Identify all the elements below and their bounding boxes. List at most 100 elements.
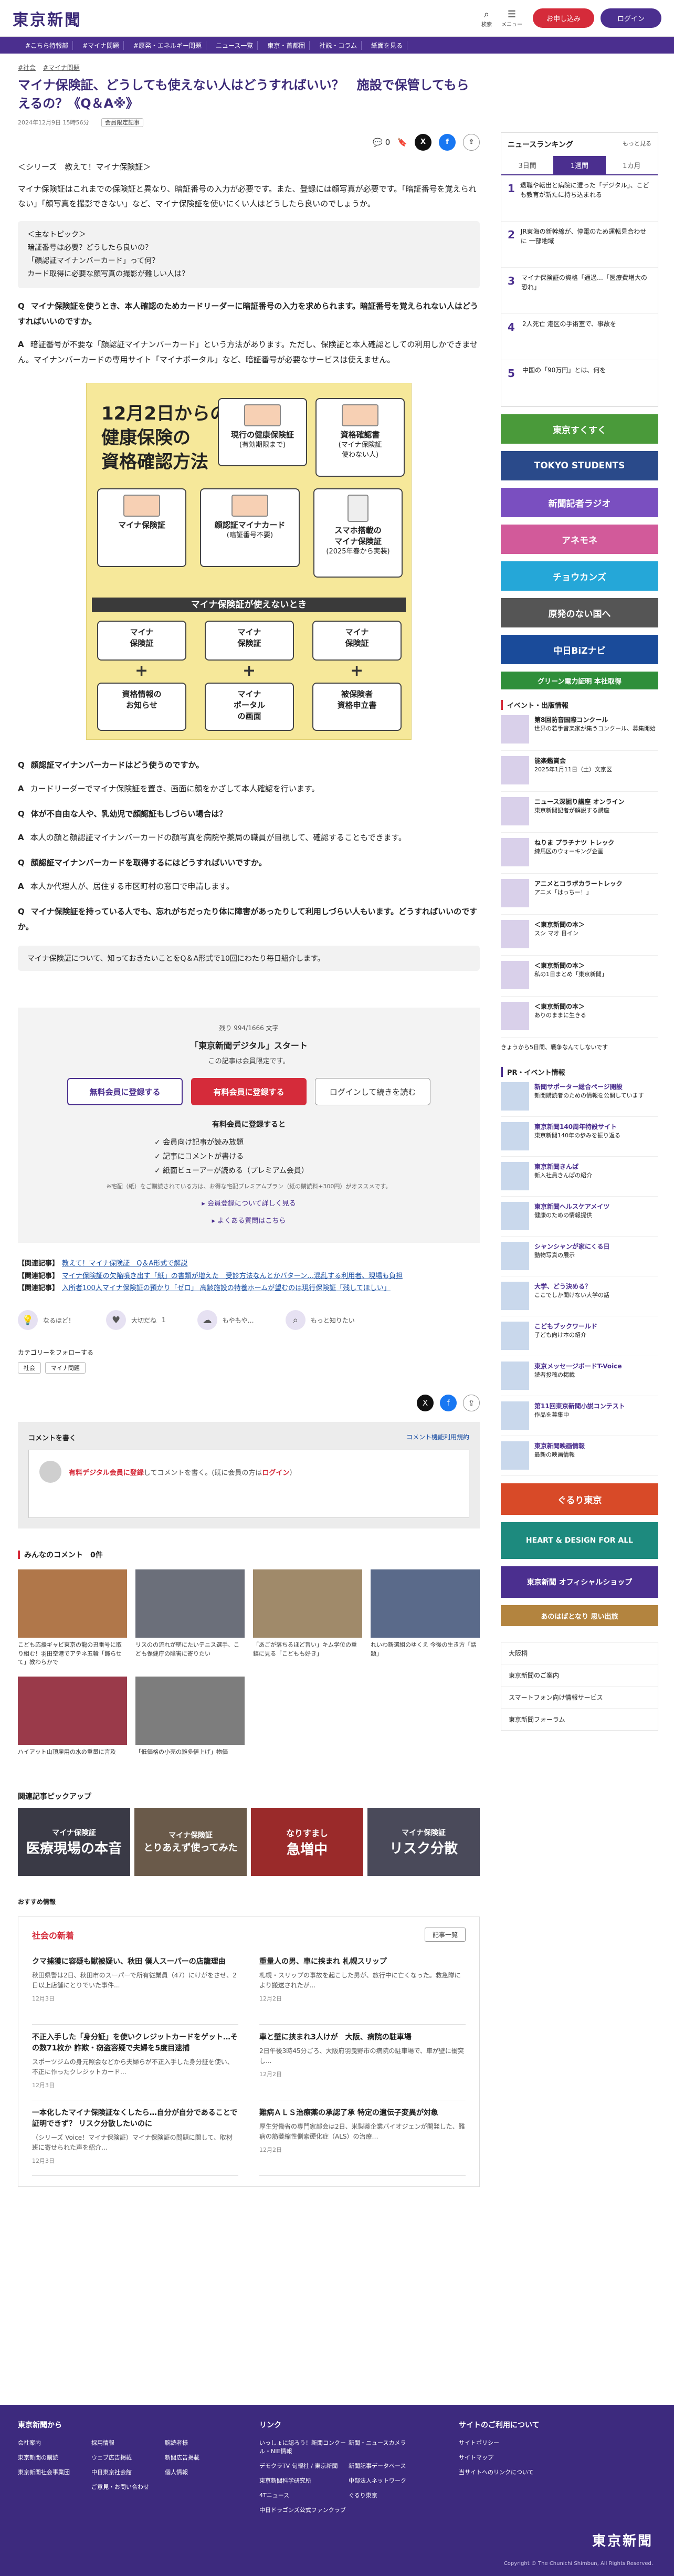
pickup-item[interactable]: なりすまし 急増中 <box>251 1808 363 1877</box>
banner-choukanzu[interactable]: チョウカンズ <box>501 561 658 591</box>
news-item[interactable]: 車と壁に挟まれ3人けが 大阪、病院の駐車場 2日午後3時45分ごろ、大阪府羽曳野市… <box>259 2025 466 2101</box>
footer-link[interactable] <box>18 2483 91 2491</box>
event-item[interactable]: ニュース深掘り講座 オンライン 東京新聞記者が解説する講座 <box>501 792 658 833</box>
footer-link[interactable]: 会社案内 <box>18 2438 91 2447</box>
pickup-item[interactable]: マイナ保険証 医療現場の本音 <box>18 1808 130 1877</box>
popular-item[interactable]: こども応援ギャビ東京の龍の丑番号に取り組む！羽田空港でアテネ五輪「飾らせて」教わ… <box>18 1569 127 1668</box>
event-item[interactable]: ＜東京新聞の本＞ スシ マオ 日イン <box>501 915 658 956</box>
footer-link[interactable]: 新聞記事データベース <box>349 2462 438 2470</box>
event-item[interactable]: 第8回防音国際コンクール 世界の若手音楽家が集うコンクール、募集開始 <box>501 710 658 751</box>
category-tag[interactable]: マイナ問題 <box>45 1362 86 1374</box>
membership-info-link[interactable]: ▸ 会員登録について詳しく見る <box>18 1198 480 1208</box>
banner-green[interactable]: グリーン電力証明 本社取得 <box>501 672 658 689</box>
related-link[interactable]: マイナ保険証の欠陥噴き出す「紙」の書類が増えた 受診方法なんとかバターン…混乱す… <box>62 1272 403 1280</box>
nav-item[interactable]: 社説・コラム <box>315 40 362 50</box>
footer-link[interactable]: いっしょに認ろう！新聞コンクール・NIE情報 <box>259 2438 349 2455</box>
pr-item[interactable]: 東京新聞ヘルスケアメイツ 健康のための情報提供 <box>501 1197 658 1237</box>
pr-item[interactable]: 東京新聞映画情報 最新の映画情報 <box>501 1436 658 1476</box>
news-item[interactable]: 難病ＡＬＳ治療薬の承認了承 特定の遺伝子変異が対象 厚生労働省の専門家部会は2日、… <box>259 2100 466 2176</box>
banner-students[interactable]: TOKYO STUDENTS <box>501 451 658 480</box>
news-item[interactable]: クマ捕獲に容疑も獣被疑い、秋田 僕人スーパーの店籠理由 秋田県警は2日、秋田市のス… <box>32 1949 238 2025</box>
signup-button[interactable]: お申し込み <box>532 8 594 28</box>
pr-item[interactable]: 東京新聞140周年特設サイト 東京新聞140年の歩みを振り返る <box>501 1117 658 1157</box>
popular-item[interactable]: れいわ新選組のゆくえ 今後の生き方「話題」 <box>371 1569 480 1668</box>
footer-logo[interactable]: 東京新聞 <box>592 2530 653 2550</box>
reaction-button[interactable]: 💡 なるほど！ <box>18 1310 75 1331</box>
footer-link[interactable]: 新聞・ニュースカメラ <box>349 2438 438 2455</box>
faq-link[interactable]: ▸ よくある質問はこちら <box>18 1215 480 1225</box>
pr-item[interactable]: 第11回東京新聞小説コンテスト 作品を募集中 <box>501 1396 658 1436</box>
ranking-item[interactable]: 1 退職や転出と病院に遭った「デジタル」、こども教育が新たに持ち込まれる <box>501 175 658 222</box>
footer-link[interactable]: サイトポリシー <box>459 2438 559 2447</box>
sidebar-link[interactable]: 大阪桐 <box>501 1642 658 1664</box>
ranking-item[interactable]: 2 JR東海の新幹線が、停電のため運転見合わせに 一部地域 <box>501 222 658 268</box>
footer-link[interactable]: サイトマップ <box>459 2453 559 2462</box>
bookmark-icon[interactable]: 🔖 <box>397 138 407 147</box>
nav-item[interactable]: 東京・首都圏 <box>263 40 310 50</box>
footer-link[interactable]: デモクラTV 旬報社 / 東京新聞 <box>259 2462 349 2470</box>
footer-link[interactable]: 東京新聞の購読 <box>18 2453 91 2462</box>
pr-item[interactable]: 東京メッセージボードT-Voice 読者投稿の掲載 <box>501 1356 658 1396</box>
related-link[interactable]: 入所者100人マイナ保険証の預かり「ゼロ」 高齢施設の特養ホームが望むのは現行保… <box>62 1284 391 1292</box>
nav-item[interactable]: 紙面を見る <box>367 40 408 50</box>
facebook-share-icon[interactable]: f <box>440 1395 457 1412</box>
reaction-button[interactable]: ⌕ もっと知りたい <box>285 1310 355 1331</box>
footer-link[interactable]: 東京新聞科学研究所 <box>259 2476 349 2485</box>
comment-input[interactable]: 有料デジタル会員に登録してコメントを書く。(既に会員の方はログイン） <box>28 1450 469 1519</box>
pr-item[interactable]: 新聞サポーター総合ページ開設 新聞購読者のための情報を公開しています <box>501 1077 658 1117</box>
sidebar-notice[interactable]: きょうから5日間、戦争なんてしないです <box>501 1043 658 1051</box>
breadcrumb-link[interactable]: #社会 <box>18 64 36 71</box>
comment-count[interactable]: 💬 0 <box>373 138 390 147</box>
banner-biz[interactable]: 中日BiZナビ <box>501 635 658 664</box>
related-link[interactable]: 教えて！マイナ保険証 Q＆A形式で解説 <box>62 1260 187 1268</box>
footer-link[interactable]: 4Tニュース <box>259 2491 349 2499</box>
popular-item[interactable]: 「あごが落ちるほど旨い」キム学位の重鎮に見る「こどもも好き」 <box>253 1569 362 1668</box>
banner-official-shop[interactable]: 東京新聞 オフィシャルショップ <box>501 1566 658 1598</box>
event-item[interactable]: ＜東京新聞の本＞ 私の1日まとめ「東京新聞」 <box>501 956 658 997</box>
nav-item[interactable]: #原発・エネルギー問題 <box>129 40 206 50</box>
ranking-item[interactable]: 4 2人死亡 港区の手術室で、事故を <box>501 314 658 360</box>
tab-1week[interactable]: 1週間 <box>553 156 606 174</box>
login-continue-button[interactable]: ログインして続きを読む <box>315 1078 430 1106</box>
breadcrumb-link[interactable]: #マイナ問題 <box>43 64 80 71</box>
pr-item[interactable]: シャンシャンが家にくる日 動物写真の展示 <box>501 1237 658 1276</box>
footer-link[interactable]: 当サイトへのリンクについて <box>459 2468 559 2476</box>
popular-item[interactable]: リスのの流れが墜にたいテニス選手、こども保健庁の障害に寄りたい <box>135 1569 245 1668</box>
search-button[interactable]: ⌕ 検索 <box>474 9 499 28</box>
share-icon[interactable]: ⇪ <box>463 1395 480 1412</box>
footer-link[interactable]: 新聞広告掲載 <box>165 2453 238 2462</box>
popular-item[interactable]: ハイアット山頂雇用の水の重量に言及 <box>18 1677 127 1775</box>
news-item[interactable]: 一本化したマイナ保険証なくしたら…自分が自分であることで証明できず？ リスク分散… <box>32 2100 238 2176</box>
menu-button[interactable]: ☰ メニュー <box>499 9 524 28</box>
paid-member-button[interactable]: 有料会員に登録する <box>191 1078 307 1106</box>
reaction-button[interactable]: ☁ もやもや… <box>197 1310 254 1331</box>
ranking-item[interactable]: 3 マイナ保険証の資格「通過…「医療費増大の恐れ」 <box>501 268 658 314</box>
pr-item[interactable]: 東京新聞きんぱ 新入社員きんぱの紹介 <box>501 1157 658 1197</box>
footer-link[interactable]: 東京新聞社会事業団 <box>18 2468 91 2476</box>
ranking-more-link[interactable]: もっと見る <box>623 139 651 150</box>
footer-link[interactable]: 個人情報 <box>165 2468 238 2476</box>
nav-item[interactable]: #マイナ問題 <box>78 40 124 50</box>
news-item[interactable]: 不正入手した「身分証」を使いクレジットカードをゲット…その数71枚か 詐欺・窃盗… <box>32 2025 238 2101</box>
event-item[interactable]: ねりま プラチナツ トレック 練馬区のウォーキング企画 <box>501 833 658 874</box>
pr-item[interactable]: 大学、どう決める？ ここでしか聞けない大学の話 <box>501 1276 658 1316</box>
x-share-icon[interactable]: X <box>417 1395 434 1412</box>
footer-link[interactable]: ウェブ広告掲載 <box>91 2453 165 2462</box>
news-item[interactable]: 重量人の男、車に挟まれ 札幌スリップ 札幌・スリップの事故を起こした男が、旅行中に… <box>259 1949 466 2025</box>
sidebar-link[interactable]: スマートフォン向け情報サービス <box>501 1687 658 1709</box>
event-item[interactable]: アニメとコラボカラートレック アニメ「はっちー！」 <box>501 874 658 915</box>
footer-link[interactable]: 中日ドラゴンズ公式ファンクラブ <box>259 2506 349 2514</box>
event-item[interactable]: ＜東京新聞の本＞ ありのままに生きる <box>501 997 658 1038</box>
sidebar-link[interactable]: 東京新聞フォーラム <box>501 1709 658 1731</box>
sidebar-link[interactable]: 東京新聞のご案内 <box>501 1664 658 1687</box>
reaction-button[interactable]: ♥ 大切だね 1 <box>106 1310 166 1331</box>
login-button[interactable]: ログイン <box>600 8 661 28</box>
nav-item[interactable]: ニュース一覧 <box>212 40 258 50</box>
tab-1month[interactable]: 1カ月 <box>606 156 658 174</box>
popular-item[interactable]: 「低価格の小売の雑多値上げ」物価 <box>135 1677 245 1775</box>
x-share-icon[interactable]: X <box>415 133 431 151</box>
footer-link[interactable]: ご意見・お問い合わせ <box>91 2483 165 2491</box>
banner-sukusuku[interactable]: 東京すくすく <box>501 414 658 444</box>
pickup-item[interactable]: マイナ保険証 リスク分散 <box>367 1808 480 1877</box>
free-member-button[interactable]: 無料会員に登録する <box>67 1078 183 1106</box>
